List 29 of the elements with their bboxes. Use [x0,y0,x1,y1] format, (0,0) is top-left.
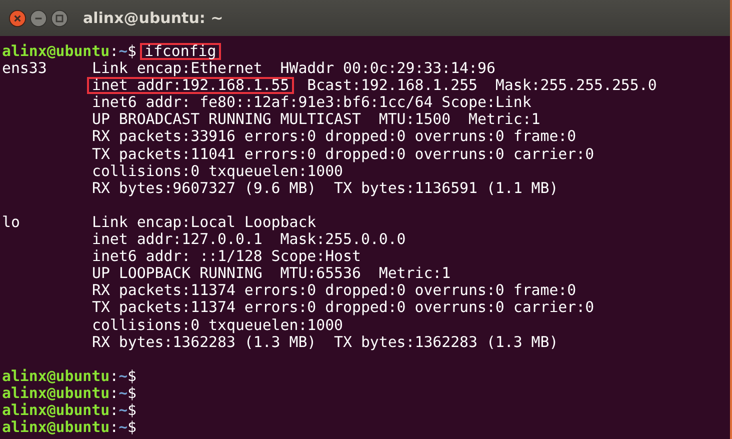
output-text: collisions:0 txqueuelen:1000 [91,162,344,180]
output-text: RX bytes:9607327 (9.6 MB) TX bytes:1136591 (1.1 MB) [91,180,560,197]
shell-prompt: alinx@ubuntu:~$ [2,366,136,385]
output-text: Link encap:Ethernet HWaddr 00:0c:29:33:14:96 [91,60,496,78]
output-text: Link encap:Local Loopback [91,214,318,231]
interface-name: ens33 [2,60,48,78]
interface-name: lo [2,214,21,232]
shell-prompt: alinx@ubuntu:~$ [2,42,136,60]
shell-prompt: alinx@ubuntu:~$ [2,384,136,402]
output-text: UP LOOPBACK RUNNING MTU:65536 Metric:1 [91,265,452,282]
minimize-icon[interactable] [30,10,47,26]
output-text: inet6 addr: fe80::12af:91e3:bf6:1cc/64 Scope:Link [91,94,532,112]
shell-prompt: alinx@ubuntu:~$ [2,400,136,419]
maximize-icon[interactable] [51,10,68,26]
output-text: RX packets:33916 errors:0 dropped:0 overruns:0 frame:0 [91,128,578,146]
output-text: UP BROADCAST RUNNING MULTICAST MTU:1500 Metric:1 [91,111,542,128]
output-text: TX packets:11374 errors:0 dropped:0 overruns:0 carrier:0 [91,299,596,316]
output-text: RX bytes:1362283 (1.3 MB) TX bytes:1362283 (1.3 MB) [91,334,560,351]
output-text: inet addr:192.168.1.55 [87,77,294,94]
output-text: RX packets:11374 errors:0 dropped:0 overruns:0 frame:0 [91,282,578,300]
command-text: ifconfig [140,43,222,60]
output-text: TX packets:11041 errors:0 dropped:0 overruns:0 carrier:0 [91,146,596,163]
output-text: Bcast:192.168.1.255 Mask:255.255.255.0 [306,77,658,94]
window-title: alinx@ubuntu: ~ [83,9,224,27]
output-text: inet6 addr: ::1/128 Scope:Host [91,248,362,266]
shell-prompt: alinx@ubuntu:~$ [2,418,136,436]
close-icon[interactable] [9,10,26,26]
output-text: collisions:0 txqueuelen:1000 [91,316,344,334]
output-text: inet addr:127.0.0.1 Mask:255.0.0.0 [91,231,407,248]
